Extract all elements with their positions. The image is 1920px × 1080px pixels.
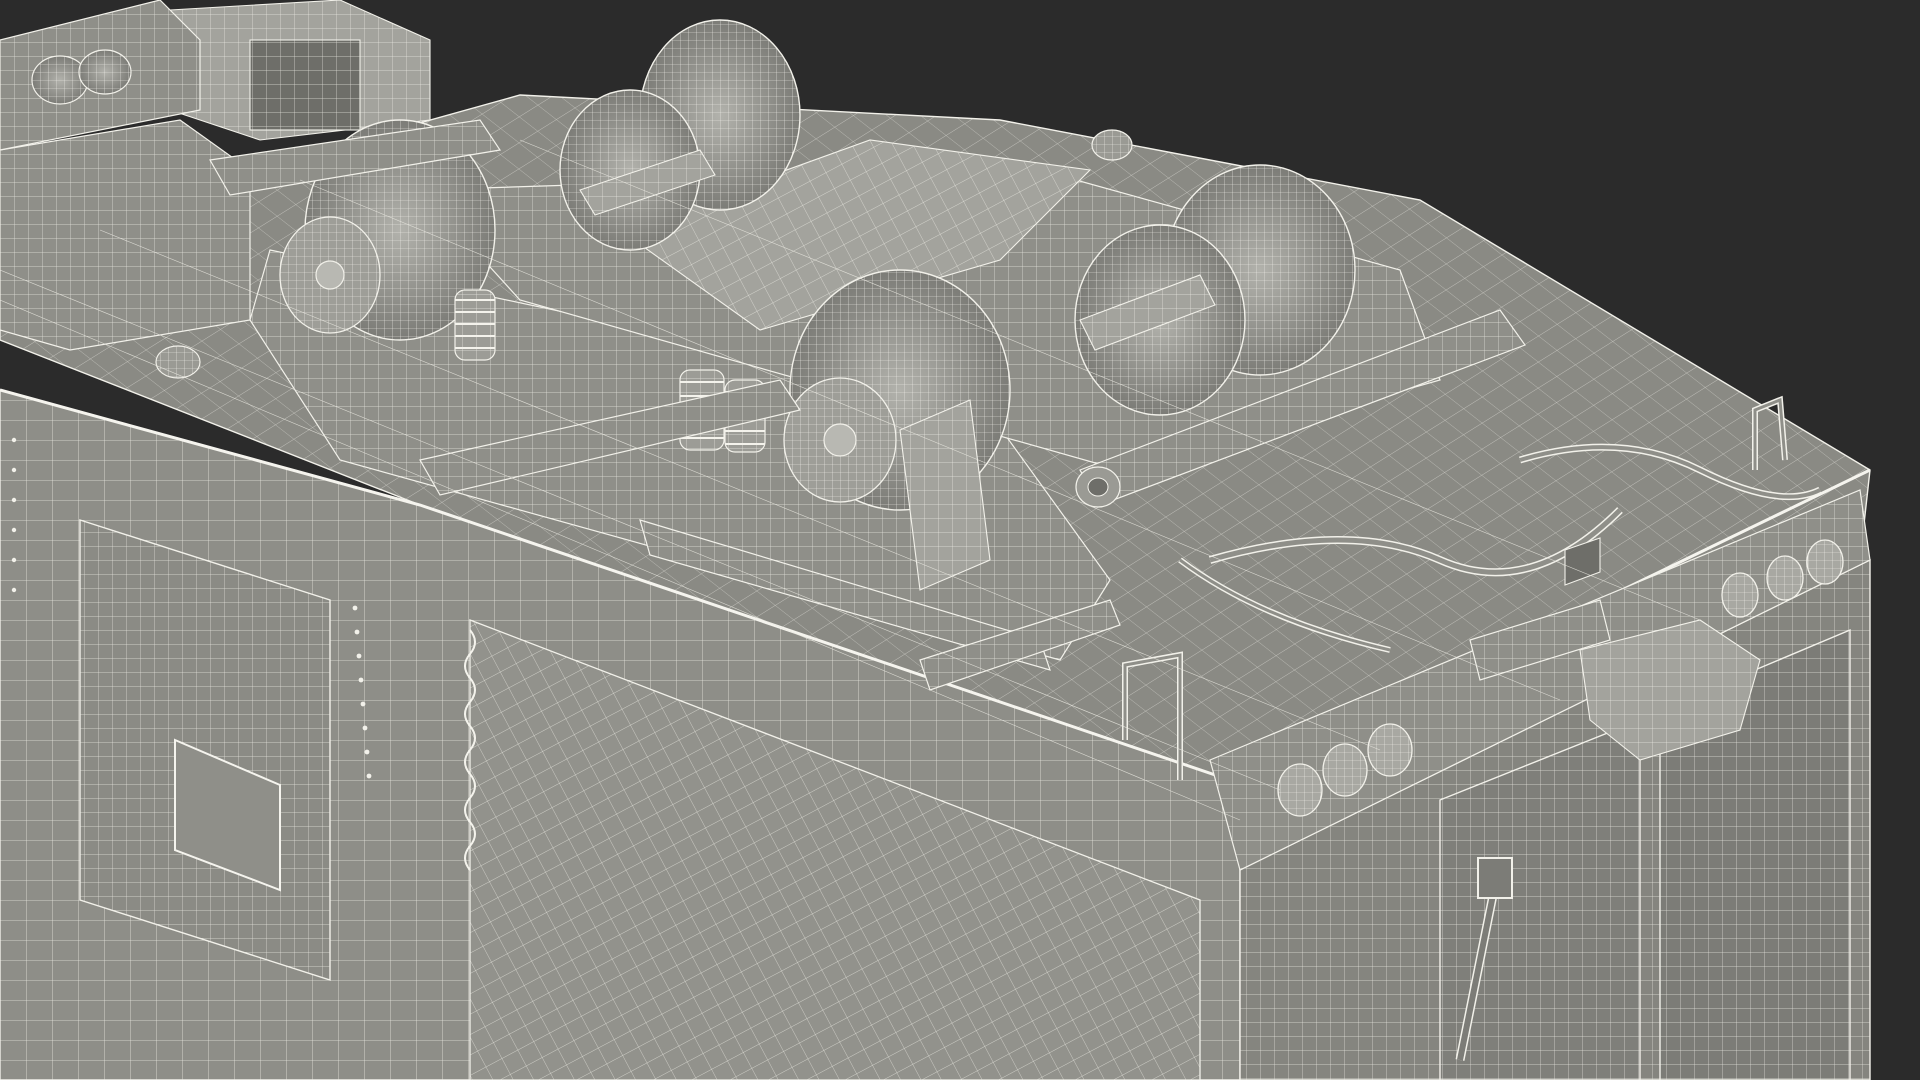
side-access-door-mesh — [80, 520, 330, 980]
square-tube — [1477, 857, 1513, 899]
render-viewport — [0, 0, 1920, 1080]
wireframe-model — [0, 0, 1871, 1080]
